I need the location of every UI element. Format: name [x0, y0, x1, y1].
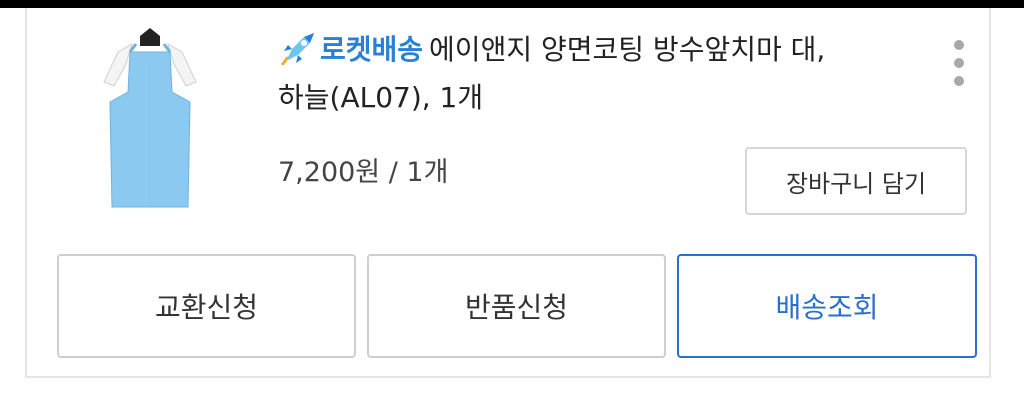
product-price: 7,200원 / 1개 [278, 157, 449, 188]
return-request-button[interactable]: 반품신청 [367, 254, 666, 358]
add-to-cart-button[interactable]: 장바구니 담기 [745, 147, 967, 215]
product-thumbnail[interactable] [90, 22, 210, 212]
product-name: 에이앤지 양면코팅 방수앞치마 대, [429, 33, 826, 66]
product-name-line2: 하늘(AL07), 1개 [278, 81, 484, 114]
exchange-request-button[interactable]: 교환신청 [57, 254, 356, 358]
more-vertical-icon[interactable] [944, 40, 974, 86]
product-title[interactable]: 로켓배송 에이앤지 양면코팅 방수앞치마 대, 하늘(AL07), 1개 [278, 26, 928, 122]
rocket-icon [280, 33, 314, 65]
track-delivery-button[interactable]: 배송조회 [677, 254, 977, 358]
rocket-delivery-badge: 로켓배송 [320, 33, 424, 66]
top-bar [0, 0, 1024, 8]
